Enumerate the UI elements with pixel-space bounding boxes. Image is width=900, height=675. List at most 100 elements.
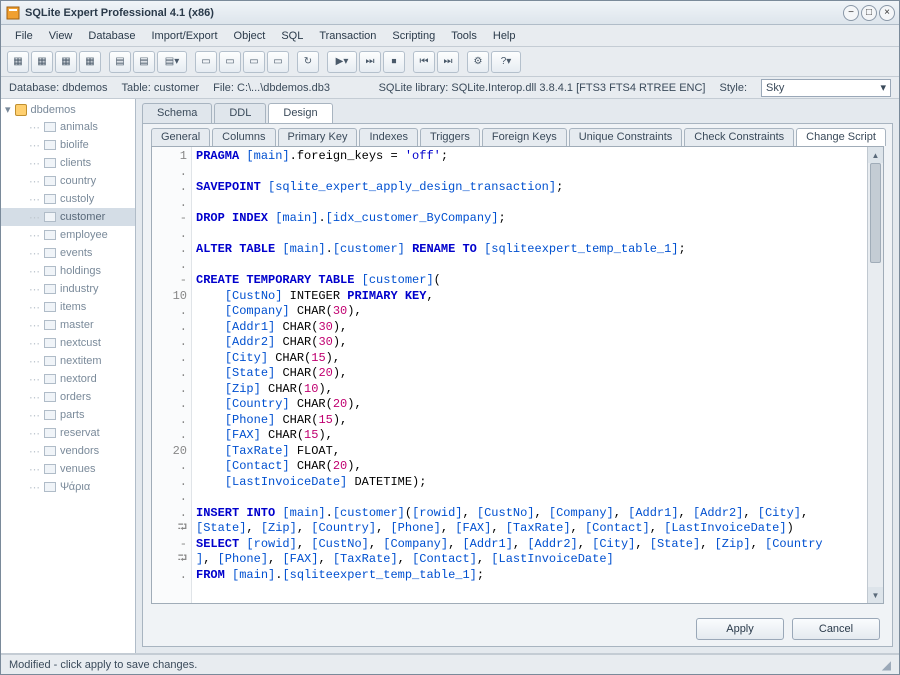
editor-code[interactable]: PRAGMA [main].foreign_keys = 'off'; SAVE… (192, 147, 883, 603)
tree-item-custoly[interactable]: ⋯custoly (1, 190, 135, 208)
tree-dots-icon: ⋯ (29, 463, 40, 476)
tb-first-button[interactable]: ⏮ (413, 51, 435, 73)
menu-scripting[interactable]: Scripting (384, 27, 443, 45)
tree-item-industry[interactable]: ⋯industry (1, 280, 135, 298)
tree-root-label: dbdemos (31, 104, 76, 116)
menu-file[interactable]: File (7, 27, 41, 45)
sql-editor[interactable]: 1 . . . - . . . - 10 . . . . . . . . . 2… (151, 146, 884, 604)
tb-step-button[interactable]: ⏭ (359, 51, 381, 73)
menu-database[interactable]: Database (80, 27, 143, 45)
maximize-button[interactable]: □ (861, 5, 877, 21)
tabs-sub: General Columns Primary Key Indexes Trig… (143, 124, 892, 146)
menu-tools[interactable]: Tools (443, 27, 485, 45)
minimize-button[interactable]: − (843, 5, 859, 21)
tab-unique-constraints[interactable]: Unique Constraints (569, 128, 683, 146)
tab-primary-key[interactable]: Primary Key (278, 128, 358, 146)
tb-last-button[interactable]: ⏭ (437, 51, 459, 73)
menu-sql[interactable]: SQL (273, 27, 311, 45)
table-icon (44, 158, 56, 168)
menu-help[interactable]: Help (485, 27, 524, 45)
tab-design[interactable]: Design (268, 103, 332, 123)
style-select[interactable]: Sky ▾ (761, 79, 891, 97)
tree-dots-icon: ⋯ (29, 157, 40, 170)
tb-btn-6[interactable]: ▤ (133, 51, 155, 73)
tree-item-orders[interactable]: ⋯orders (1, 388, 135, 406)
tab-ddl[interactable]: DDL (214, 103, 266, 123)
menu-transaction[interactable]: Transaction (311, 27, 384, 45)
tab-indexes[interactable]: Indexes (359, 128, 418, 146)
tb-btn-3[interactable]: ▦ (55, 51, 77, 73)
resize-grip-icon[interactable]: ◢ (882, 658, 891, 672)
scroll-thumb[interactable] (870, 163, 881, 263)
tree-item-nextitem[interactable]: ⋯nextitem (1, 352, 135, 370)
table-icon (44, 122, 56, 132)
tab-check-constraints[interactable]: Check Constraints (684, 128, 794, 146)
tb-btn-10[interactable]: ▭ (243, 51, 265, 73)
tree-item-venues[interactable]: ⋯venues (1, 460, 135, 478)
tab-general[interactable]: General (151, 128, 210, 146)
tree-item-Ψάρια[interactable]: ⋯Ψάρια (1, 478, 135, 496)
tb-btn-12[interactable]: ↻ (297, 51, 319, 73)
table-icon (44, 320, 56, 330)
tree-item-label: holdings (60, 265, 101, 277)
tree-item-employee[interactable]: ⋯employee (1, 226, 135, 244)
tb-settings-button[interactable]: ⚙ (467, 51, 489, 73)
scroll-down-icon[interactable]: ▼ (868, 587, 883, 603)
apply-button[interactable]: Apply (696, 618, 784, 640)
tb-play-button[interactable]: ▶▾ (327, 51, 357, 73)
tree-item-animals[interactable]: ⋯animals (1, 118, 135, 136)
close-button[interactable]: × (879, 5, 895, 21)
style-label: Style: (719, 82, 747, 94)
tree-item-holdings[interactable]: ⋯ holdings (1, 262, 135, 280)
tree-item-label: animals (60, 121, 98, 133)
tree-dots-icon: ⋯ (29, 301, 40, 314)
menu-import-export[interactable]: Import/Export (143, 27, 225, 45)
menu-view[interactable]: View (41, 27, 81, 45)
tb-btn-9[interactable]: ▭ (219, 51, 241, 73)
db-label: Database: (9, 82, 59, 94)
table-icon (44, 356, 56, 366)
tree-item-label: employee (60, 229, 108, 241)
tb-stop-button[interactable]: ⏹ (383, 51, 405, 73)
tree-item-parts[interactable]: ⋯parts (1, 406, 135, 424)
scroll-up-icon[interactable]: ▲ (868, 147, 883, 163)
tree-item-nextord[interactable]: ⋯nextord (1, 370, 135, 388)
tree-item-items[interactable]: ⋯items (1, 298, 135, 316)
tree-item-customer[interactable]: ⋯customer (1, 208, 135, 226)
tab-change-script[interactable]: Change Script (796, 128, 886, 146)
tb-btn-8[interactable]: ▭ (195, 51, 217, 73)
tab-triggers[interactable]: Triggers (420, 128, 480, 146)
cancel-button[interactable]: Cancel (792, 618, 880, 640)
tb-btn-2[interactable]: ▦ (31, 51, 53, 73)
tab-columns[interactable]: Columns (212, 128, 275, 146)
table-icon (44, 410, 56, 420)
tb-help-button[interactable]: ?▾ (491, 51, 521, 73)
db-value: dbdemos (62, 82, 107, 94)
scrollbar-vertical[interactable]: ▲ ▼ (867, 147, 883, 603)
tb-btn-11[interactable]: ▭ (267, 51, 289, 73)
status-text: Modified - click apply to save changes. (9, 659, 197, 671)
tree-item-nextcust[interactable]: ⋯nextcust (1, 334, 135, 352)
tab-schema[interactable]: Schema (142, 103, 212, 123)
tab-foreign-keys[interactable]: Foreign Keys (482, 128, 567, 146)
table-icon (44, 338, 56, 348)
tb-btn-5[interactable]: ▤ (109, 51, 131, 73)
tree-item-reservat[interactable]: ⋯reservat (1, 424, 135, 442)
tb-btn-1[interactable]: ▦ (7, 51, 29, 73)
tree-item-biolife[interactable]: ⋯biolife (1, 136, 135, 154)
lib-label: SQLite library: (379, 82, 449, 94)
tree-item-label: parts (60, 409, 84, 421)
tree-item-master[interactable]: ⋯master (1, 316, 135, 334)
tree-item-events[interactable]: ⋯events (1, 244, 135, 262)
tree-item-country[interactable]: ⋯country (1, 172, 135, 190)
tree-item-clients[interactable]: ⋯clients (1, 154, 135, 172)
tree-dots-icon: ⋯ (29, 265, 40, 278)
tb-btn-4[interactable]: ▦ (79, 51, 101, 73)
collapse-icon: ▾ (5, 103, 11, 116)
tree-item-vendors[interactable]: ⋯vendors (1, 442, 135, 460)
menu-object[interactable]: Object (226, 27, 274, 45)
toolbar: ▦ ▦ ▦ ▦ ▤ ▤ ▤▾ ▭ ▭ ▭ ▭ ↻ ▶▾ ⏭ ⏹ ⏮ ⏭ ⚙ ?▾ (1, 47, 899, 77)
tree-root[interactable]: ▾ dbdemos (1, 101, 135, 118)
app-icon (5, 5, 21, 21)
tb-btn-7[interactable]: ▤▾ (157, 51, 187, 73)
